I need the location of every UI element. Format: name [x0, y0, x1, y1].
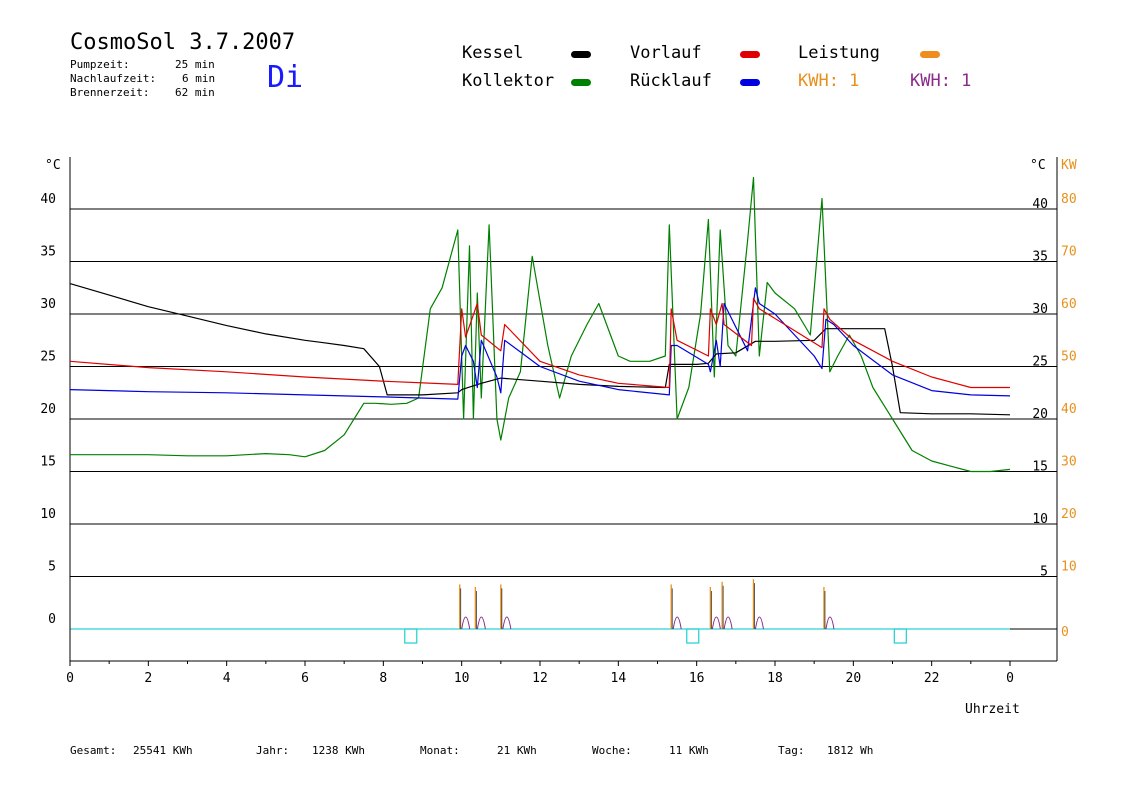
energy-bump-1 — [476, 616, 486, 630]
y-tick-right-c-35: 35 — [1032, 250, 1048, 265]
y-tick-right-c-30: 30 — [1032, 302, 1048, 317]
burner-marker-2 — [893, 628, 907, 644]
x-tick-0: 0 — [66, 671, 74, 686]
footer-tag-value: 1812 Wh — [827, 744, 874, 757]
y-tick-left-40: 40 — [40, 192, 56, 207]
burner-marker-1 — [686, 628, 700, 644]
y-tick-right-c-20: 20 — [1032, 407, 1048, 422]
x-tick-3: 6 — [301, 671, 309, 686]
y-tick-right-kw-20: 20 — [1061, 507, 1077, 522]
footer-tag-label: Tag: — [778, 744, 805, 757]
y-tick-right-c-25: 25 — [1032, 355, 1048, 370]
x-tick-10: 20 — [846, 671, 862, 686]
y-tick-left-25: 25 — [40, 350, 56, 365]
y-tick-right-c-10: 10 — [1032, 512, 1048, 527]
chart-axes — [69, 157, 1058, 662]
footer-woche-label: Woche: — [592, 744, 632, 757]
x-tick-2: 4 — [223, 671, 231, 686]
footer-gesamt-value: 25541 KWh — [133, 744, 193, 757]
x-tick-5: 10 — [454, 671, 470, 686]
chart-series — [69, 176, 1011, 473]
y-tick-right-kw-60: 60 — [1061, 297, 1077, 312]
energy-bump-7 — [825, 616, 835, 630]
energy-bump-6 — [754, 616, 764, 630]
energy-bump-4 — [711, 616, 721, 630]
energy-bump-0 — [461, 616, 471, 630]
footer-monat-value: 21 KWh — [497, 744, 537, 757]
y-tick-right-c-15: 15 — [1032, 460, 1048, 475]
chart-burner-markers — [404, 628, 907, 644]
y-tick-right-kw-40: 40 — [1061, 402, 1077, 417]
energy-bump-2 — [502, 616, 512, 630]
footer-jahr-value: 1238 KWh — [312, 744, 365, 757]
energy-bump-3 — [672, 616, 682, 630]
series-kollektor — [70, 176, 1011, 473]
y-tick-left-15: 15 — [40, 455, 56, 470]
burner-marker-0 — [404, 628, 418, 644]
x-tick-4: 8 — [379, 671, 387, 686]
y-tick-left-0: 0 — [48, 612, 56, 627]
y-tick-right-kw-0: 0 — [1061, 625, 1069, 640]
y-tick-right-kw-70: 70 — [1061, 245, 1077, 260]
footer-monat-label: Monat: — [420, 744, 460, 757]
x-tick-6: 12 — [532, 671, 548, 686]
y-tick-right-c-5: 5 — [1040, 565, 1048, 580]
y-tick-left-10: 10 — [40, 507, 56, 522]
y-tick-right-kw-10: 10 — [1061, 560, 1077, 575]
y-tick-left-30: 30 — [40, 297, 56, 312]
y-tick-right-c-40: 40 — [1032, 197, 1048, 212]
y-tick-right-kw-80: 80 — [1061, 192, 1077, 207]
x-tick-9: 18 — [767, 671, 783, 686]
footer-jahr-label: Jahr: — [256, 744, 290, 757]
y-tick-left-35: 35 — [40, 245, 56, 260]
footer-gesamt-label: Gesamt: — [70, 744, 117, 757]
x-tick-11: 22 — [924, 671, 940, 686]
footer-woche-value: 11 KWh — [669, 744, 709, 757]
energy-bump-5 — [723, 616, 733, 630]
y-tick-right-kw-30: 30 — [1061, 455, 1077, 470]
x-tick-8: 16 — [689, 671, 705, 686]
x-tick-1: 2 — [144, 671, 152, 686]
chart-grid — [70, 208, 1057, 630]
x-tick-12: 0 — [1006, 671, 1014, 686]
chart-power-peaks — [459, 579, 835, 630]
chart-tick-labels: 0510152025303540510152025303540010203040… — [40, 192, 1076, 686]
series-vorlauf — [69, 297, 1010, 389]
series-ruecklauf — [69, 287, 1011, 400]
temperature-chart: 0510152025303540510152025303540010203040… — [40, 157, 1077, 686]
x-tick-7: 14 — [611, 671, 627, 686]
y-tick-right-kw-50: 50 — [1061, 350, 1077, 365]
y-tick-left-20: 20 — [40, 402, 56, 417]
y-tick-left-5: 5 — [48, 560, 56, 575]
